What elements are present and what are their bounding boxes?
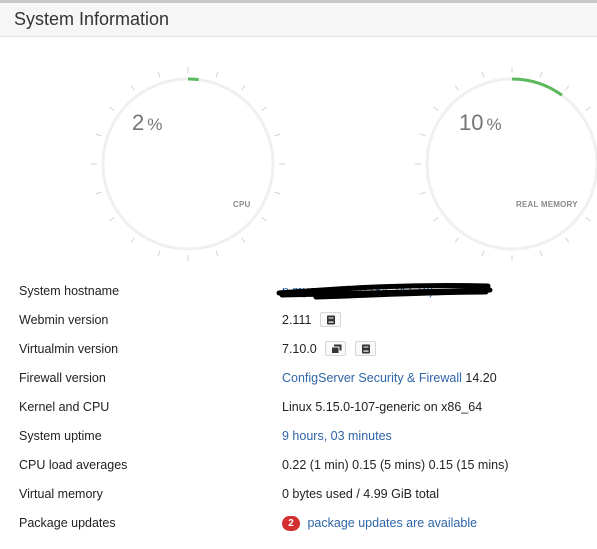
gauge-tick: [419, 133, 426, 137]
gauge-tick: [454, 237, 459, 243]
gauge-tick: [157, 71, 161, 78]
gauge-tick: [261, 217, 267, 222]
gauge-tick: [95, 191, 102, 195]
virtualmin-value: 7.10.0: [282, 341, 376, 357]
copy-icon: [331, 344, 342, 355]
gauge-tick: [454, 85, 459, 91]
package-count-badge: 2: [282, 516, 300, 531]
panel-header: System Information: [0, 3, 597, 37]
gauge-tick: [433, 106, 439, 111]
virtualmin-label: Virtualmin version: [19, 342, 119, 356]
gauge-tick: [419, 191, 426, 195]
row-firewall: Firewall version ConfigServer Security &…: [0, 364, 597, 393]
kernel-value: Linux 5.15.0-107-generic on x86_64: [282, 400, 483, 414]
memory-gauge-dial: [415, 67, 597, 261]
row-uptime: System uptime 9 hours, 03 minutes: [0, 422, 597, 451]
row-webmin: Webmin version 2.111: [0, 306, 597, 335]
row-kernel: Kernel and CPU Linux 5.15.0-107-generic …: [0, 393, 597, 422]
webmin-label: Webmin version: [19, 313, 109, 327]
gauge-tick: [274, 133, 281, 137]
row-virtual-memory: Virtual memory 0 bytes used / 4.99 GiB t…: [0, 480, 597, 509]
gauge-tick: [539, 71, 543, 78]
gauge-tick: [130, 237, 135, 243]
vmem-value: 0 bytes used / 4.99 GiB total: [282, 487, 440, 501]
uptime-link[interactable]: 9 hours, 03 minutes: [282, 429, 392, 443]
cpu-gauge-label: CPU: [233, 200, 251, 209]
gauge-tick: [481, 250, 485, 257]
gauge-track: [425, 77, 597, 251]
gauge-value-arc: [187, 77, 199, 82]
gauge-tick: [109, 217, 115, 222]
hostname-label: System hostname: [19, 284, 120, 298]
memory-gauge-value: 10%: [459, 110, 502, 135]
packages-label: Package updates: [19, 516, 116, 530]
row-packages: Package updates 2 package updates are av…: [0, 509, 597, 538]
row-load: CPU load averages 0.22 (1 min) 0.15 (5 m…: [0, 451, 597, 480]
gauge-tick: [481, 71, 485, 78]
memory-gauge-label: REAL MEMORY: [516, 200, 578, 209]
gauge-track: [101, 77, 275, 251]
gauge-tick: [565, 85, 570, 91]
webmin-version-text: 2.111: [282, 313, 312, 327]
panel-title: System Information: [14, 9, 170, 29]
system-info-table: System hostname p.myserver.info (84.247.…: [0, 277, 597, 538]
vmem-label: Virtual memory: [19, 487, 103, 501]
cpu-gauge-dial: [91, 67, 285, 261]
gauge-tick: [433, 217, 439, 222]
gauge-tick: [241, 85, 246, 91]
webmin-value: 2.111: [282, 312, 341, 328]
gauge-tick: [215, 250, 219, 257]
packages-value: 2 package updates are available: [282, 516, 477, 532]
gauge-tick: [130, 85, 135, 91]
firewall-value: ConfigServer Security & Firewall 14.20: [282, 371, 497, 385]
firewall-link[interactable]: ConfigServer Security & Firewall: [282, 371, 462, 385]
gauge-tick: [157, 250, 161, 257]
virtualmin-packages-button[interactable]: [325, 341, 347, 357]
cpu-gauge: 2% CPU: [90, 66, 286, 262]
row-virtualmin: Virtualmin version 7.10.0: [0, 335, 597, 364]
gauge-tick: [585, 106, 591, 111]
gauge-tick: [241, 237, 246, 243]
gauge-tick: [539, 250, 543, 257]
gauge-tick: [109, 106, 115, 111]
gauge-tick: [565, 237, 570, 243]
virtualmin-changelog-button[interactable]: [354, 341, 376, 357]
uptime-label: System uptime: [19, 429, 102, 443]
gauge-tick: [274, 191, 281, 195]
redaction-scribble: [276, 283, 493, 300]
memory-gauge: 10% REAL MEMORY: [414, 66, 597, 262]
package-updates-link[interactable]: package updates are available: [307, 516, 477, 530]
load-label: CPU load averages: [19, 458, 128, 472]
book-icon: [361, 344, 370, 354]
load-value: 0.22 (1 min) 0.15 (5 mins) 0.15 (15 mins…: [282, 458, 509, 472]
book-icon: [326, 315, 335, 325]
firewall-version: 14.20: [465, 371, 497, 385]
cpu-gauge-value: 2%: [132, 110, 163, 135]
gauge-tick: [95, 133, 102, 137]
kernel-label: Kernel and CPU: [19, 400, 110, 414]
gauge-tick: [215, 71, 219, 78]
gauge-tick: [585, 217, 591, 222]
gauge-tick: [261, 106, 267, 111]
webmin-changelog-button[interactable]: [319, 312, 341, 328]
firewall-label: Firewall version: [19, 371, 106, 385]
gauge-value-arc: [511, 77, 563, 97]
virtualmin-version-text: 7.10.0: [282, 342, 317, 356]
